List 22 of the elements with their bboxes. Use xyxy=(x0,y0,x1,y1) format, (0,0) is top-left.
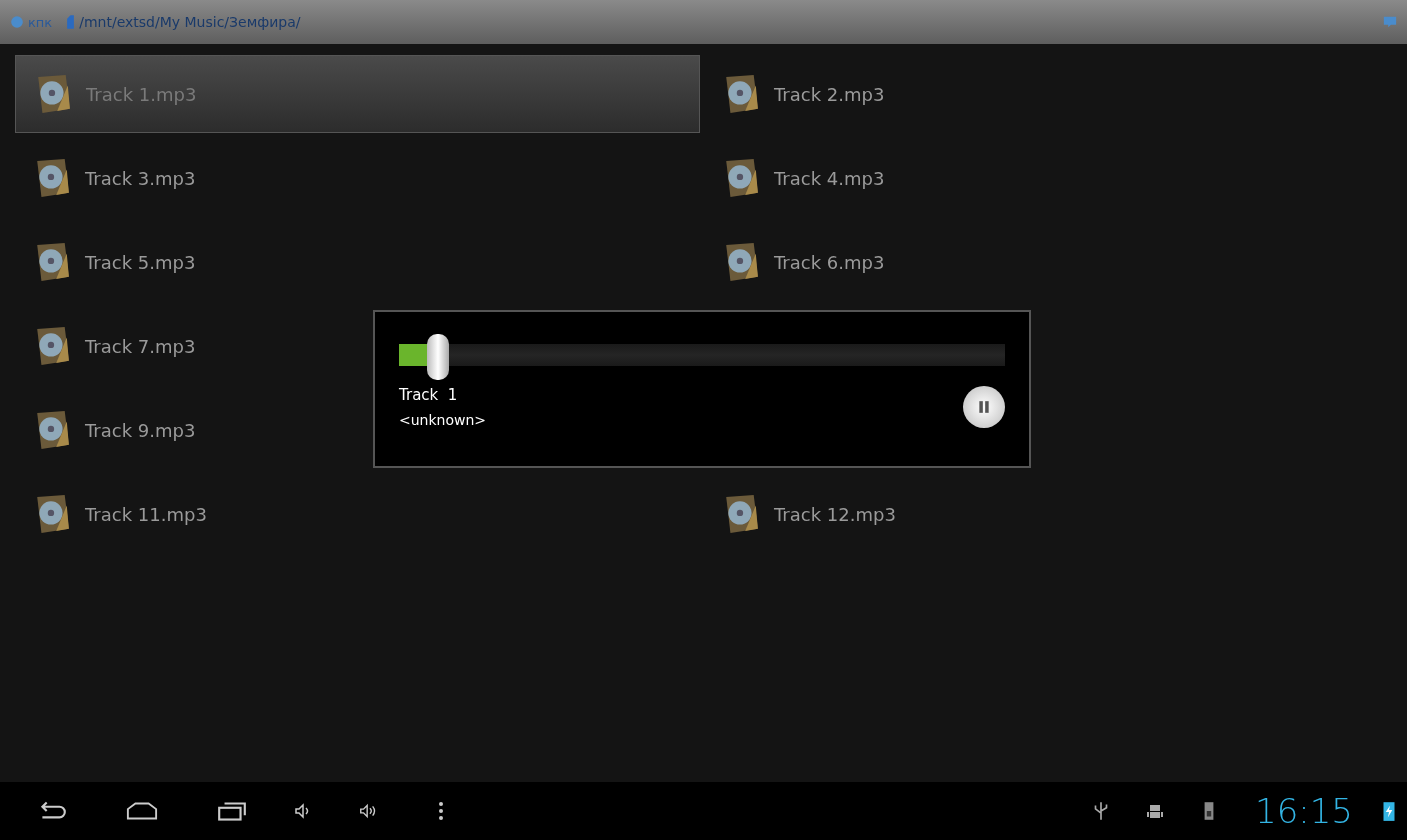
seek-thumb[interactable] xyxy=(427,334,450,380)
file-item[interactable]: Track 2.mp3 xyxy=(704,55,1389,133)
file-item[interactable]: Track 12.mp3 xyxy=(704,475,1389,553)
recent-apps-icon[interactable] xyxy=(216,800,248,822)
file-item[interactable]: Track 6.mp3 xyxy=(704,223,1389,301)
battery-charging-icon xyxy=(1381,800,1397,822)
file-item[interactable]: Track 4.mp3 xyxy=(704,139,1389,217)
track-title: Track 1 xyxy=(399,386,459,404)
app-label: кпк xyxy=(28,14,53,30)
file-item[interactable]: Track 3.mp3 xyxy=(15,139,700,217)
pause-button[interactable] xyxy=(963,386,1005,428)
menu-icon[interactable] xyxy=(438,801,444,821)
file-item[interactable]: Track 5.mp3 xyxy=(15,223,700,301)
clock: 16:15 xyxy=(1255,791,1353,831)
file-item[interactable]: Track 7.mp3 xyxy=(15,307,700,385)
home-icon[interactable] xyxy=(126,800,158,822)
storage-icon xyxy=(66,15,76,29)
folder-path: /mnt/extsd/My Music/Земфира/ xyxy=(79,14,301,30)
pause-icon xyxy=(977,400,991,414)
usb-icon xyxy=(1093,800,1109,822)
file-item[interactable]: Track 11.mp3 xyxy=(15,475,700,553)
track-artist: <unknown> xyxy=(399,412,488,428)
